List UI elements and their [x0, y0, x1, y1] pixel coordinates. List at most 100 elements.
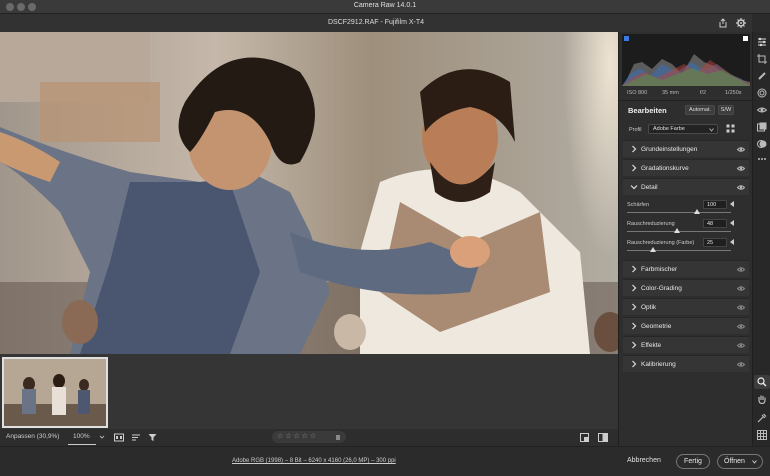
shadow-clip-indicator[interactable] — [624, 36, 629, 41]
iso-value: ISO 800 — [627, 90, 647, 96]
trash-icon[interactable] — [335, 434, 341, 440]
chevron-down-icon[interactable] — [99, 434, 105, 440]
slider-track[interactable] — [627, 212, 731, 213]
eye-icon[interactable] — [737, 285, 745, 292]
mask-icon[interactable] — [757, 88, 767, 98]
slider-value-input[interactable]: 100 — [703, 200, 727, 209]
profile-browser-icon[interactable] — [726, 124, 735, 133]
export-icon[interactable] — [717, 17, 729, 29]
slider-knob[interactable] — [694, 209, 700, 214]
section-kalibrierung[interactable]: Kalibrierung — [623, 355, 749, 372]
slider-pin-icon[interactable] — [730, 220, 734, 226]
zoom-level-underline — [68, 444, 96, 445]
filmstrip-view-icon[interactable] — [114, 433, 124, 442]
slider-value-input[interactable]: 48 — [703, 219, 727, 228]
eye-icon[interactable] — [737, 266, 745, 273]
grid-icon[interactable] — [757, 430, 767, 440]
eye-icon[interactable] — [737, 184, 745, 191]
color-sampler-icon[interactable] — [757, 413, 767, 423]
eye-icon[interactable] — [737, 304, 745, 311]
photo-image — [0, 32, 618, 354]
auto-button[interactable]: Automat. — [685, 105, 715, 115]
chevron-right-icon — [630, 284, 638, 292]
section-gradationskurve[interactable]: Gradationskurve — [623, 159, 749, 176]
section-label: Geometrie — [641, 323, 671, 330]
slider-value-input[interactable]: 25 — [703, 238, 727, 247]
slider-label: Rauschreduzierung (Farbe) — [627, 240, 694, 246]
section-label: Color-Grading — [641, 285, 682, 292]
filmstrip-thumbnail[interactable] — [2, 357, 108, 428]
fit-zoom-label[interactable]: Anpassen (30,9%) — [6, 433, 59, 440]
cancel-button[interactable]: Abbrechen — [627, 457, 661, 464]
file-info-link[interactable]: Adobe RGB (1998) – 8 Bit – 6240 x 4160 (… — [232, 458, 396, 464]
healing-icon[interactable] — [757, 71, 767, 81]
crop-icon[interactable] — [757, 54, 767, 64]
edit-icon[interactable] — [757, 37, 767, 47]
single-view-icon[interactable] — [580, 433, 589, 442]
section-farbmischer[interactable]: Farbmischer — [623, 260, 749, 277]
eye-icon[interactable] — [737, 323, 745, 330]
aperture-value: f/2 — [700, 90, 706, 96]
panel-divider — [619, 100, 753, 101]
zoom-icon[interactable] — [757, 377, 767, 387]
section-label: Farbmischer — [641, 266, 677, 273]
slider-knob[interactable] — [674, 228, 680, 233]
section-label: Effekte — [641, 342, 661, 349]
section-grundeinstellungen[interactable]: Grundeinstellungen — [623, 140, 749, 157]
chevron-down-icon[interactable] — [752, 460, 757, 464]
eye-icon[interactable] — [737, 342, 745, 349]
done-button[interactable]: Fertig — [676, 454, 710, 469]
section-color-grading[interactable]: Color-Grading — [623, 279, 749, 296]
section-effekte[interactable]: Effekte — [623, 336, 749, 353]
eye-icon[interactable] — [737, 165, 745, 172]
highlight-clip-indicator[interactable] — [743, 36, 748, 41]
open-button[interactable]: Öffnen — [717, 454, 763, 469]
chevron-right-icon — [630, 322, 638, 330]
slider-pin-icon[interactable] — [730, 239, 734, 245]
presets-icon[interactable] — [757, 122, 767, 132]
shutter-value: 1/250s — [725, 90, 742, 96]
chevron-right-icon — [630, 145, 638, 153]
section-detail[interactable]: Detail — [623, 178, 749, 195]
chevron-right-icon — [630, 265, 638, 273]
section-optik[interactable]: Optik — [623, 298, 749, 315]
thumbnail-image — [4, 359, 106, 426]
eye-icon[interactable] — [737, 361, 745, 368]
title-bar: Camera Raw 14.0.1 — [0, 0, 770, 14]
slider-knob[interactable] — [650, 247, 656, 252]
redeye-icon[interactable] — [757, 105, 767, 115]
profile-select-value: Adobe Farbe — [653, 126, 685, 132]
filter-icon[interactable] — [148, 433, 157, 442]
section-geometrie[interactable]: Geometrie — [623, 317, 749, 334]
edit-heading: Bearbeiten — [628, 106, 667, 115]
before-after-icon[interactable] — [598, 433, 608, 442]
profile-label: Profil — [629, 127, 642, 133]
chevron-down-icon — [630, 183, 638, 191]
sort-icon[interactable] — [131, 433, 141, 442]
eye-icon[interactable] — [737, 146, 745, 153]
file-title: DSCF2912.RAF - Fujifilm X-T4 — [0, 19, 752, 26]
section-label: Gradationskurve — [641, 165, 689, 172]
app-title: Camera Raw 14.0.1 — [0, 2, 770, 9]
histogram — [622, 34, 750, 86]
bw-button[interactable]: S/W — [718, 105, 734, 115]
snapshots-icon[interactable] — [757, 139, 767, 149]
slider-track[interactable] — [627, 250, 731, 251]
edit-panel: ISO 800 35 mm f/2 1/250s Bearbeiten Auto… — [618, 32, 752, 446]
section-label: Kalibrierung — [641, 361, 676, 368]
more-icon[interactable] — [757, 154, 767, 164]
chevron-down-icon — [709, 128, 714, 132]
zoom-level-label[interactable]: 100% — [73, 433, 90, 440]
gear-icon[interactable] — [735, 17, 747, 29]
chevron-right-icon — [630, 360, 638, 368]
section-label: Optik — [641, 304, 656, 311]
hand-icon[interactable] — [757, 394, 767, 404]
profile-select[interactable]: Adobe Farbe — [648, 124, 718, 134]
slider-label: Schärfen — [627, 202, 649, 208]
focal-length-value: 35 mm — [662, 90, 679, 96]
chevron-right-icon — [630, 341, 638, 349]
section-label: Grundeinstellungen — [641, 146, 697, 153]
rating-stars[interactable]: ☆ ☆ ☆ ☆ ☆ — [277, 432, 316, 440]
photo-canvas[interactable] — [0, 32, 618, 354]
slider-pin-icon[interactable] — [730, 201, 734, 207]
